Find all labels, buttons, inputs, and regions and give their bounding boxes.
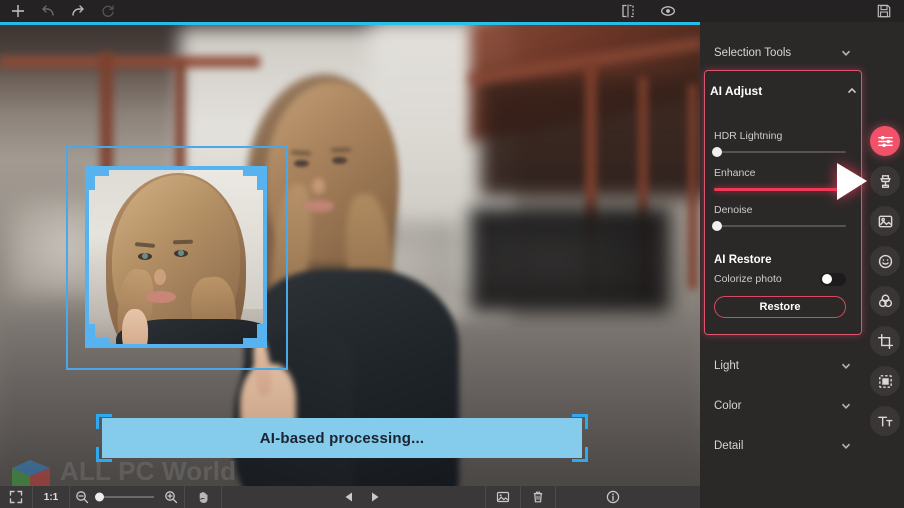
zoom-in-icon[interactable] [164, 490, 178, 504]
zoom-slider[interactable] [94, 486, 158, 508]
slider-hdr-lightning-label: HDR Lightning [714, 130, 783, 142]
slider-hdr-lightning[interactable]: HDR Lightning [712, 130, 846, 157]
restore-button-label: Restore [759, 301, 801, 313]
top-toolbar-center-group [620, 0, 676, 22]
slider-enhance[interactable]: Enhance [714, 167, 846, 191]
tool-rail [870, 126, 904, 436]
adjust-sliders-icon[interactable] [870, 126, 900, 156]
slider-hdr-lightning-knob[interactable] [712, 147, 722, 157]
selection-handle-left-bottom[interactable] [85, 324, 95, 348]
processing-banner: AI-based processing... [96, 414, 588, 462]
chevron-down-icon[interactable] [840, 360, 852, 372]
chevron-down-icon[interactable] [840, 400, 852, 412]
app-window: AI-based processing... ALL PC World Free… [0, 0, 904, 508]
fit-to-screen-icon[interactable] [9, 490, 23, 504]
preview-eye-icon[interactable] [660, 3, 676, 19]
selection-tools-label: Selection Tools [714, 47, 792, 59]
slider-denoise-knob[interactable] [712, 221, 722, 231]
zoom-out-button[interactable] [70, 486, 94, 508]
top-toolbar-right-group [876, 0, 892, 22]
slider-denoise-track[interactable] [712, 221, 846, 231]
add-icon[interactable] [10, 3, 26, 19]
zoom-out-icon[interactable] [75, 490, 89, 504]
chevron-up-icon[interactable] [846, 84, 858, 96]
add-image-icon[interactable] [496, 490, 510, 504]
slider-enhance-track[interactable] [714, 188, 846, 191]
chevron-down-icon[interactable] [840, 440, 852, 452]
ratio-text: 1:1 [43, 491, 59, 503]
selection-handle-right-bottom[interactable] [257, 324, 267, 348]
object-select-icon[interactable] [870, 366, 900, 396]
image-canvas[interactable]: AI-based processing... ALL PC World Free… [0, 22, 700, 486]
slider-denoise-label: Denoise [714, 204, 753, 216]
processing-progress-bar [0, 22, 700, 25]
redo-icon[interactable] [70, 3, 86, 19]
text-tool-icon[interactable] [870, 406, 900, 436]
sidebar-item-detail[interactable]: Detail [700, 429, 870, 463]
inner-selection-frame[interactable] [85, 166, 267, 348]
sidebar-item-light[interactable]: Light [700, 349, 870, 383]
next-image-button[interactable] [362, 486, 388, 508]
toggle-knob [821, 274, 832, 284]
previous-arrow-icon[interactable] [342, 490, 356, 504]
detail-label: Detail [714, 440, 744, 452]
top-toolbar [0, 0, 904, 22]
crop-icon[interactable] [870, 326, 900, 356]
previous-image-button[interactable] [336, 486, 362, 508]
colorize-photo-label: Colorize photo [714, 273, 782, 285]
bottom-toolbar: 1:1 [0, 486, 700, 508]
undo-icon[interactable] [40, 3, 56, 19]
save-icon[interactable] [876, 3, 892, 19]
processing-banner-label: AI-based processing... [259, 429, 425, 447]
hand-tool-icon[interactable] [196, 490, 210, 504]
colorize-photo-toggle[interactable] [820, 272, 846, 286]
top-toolbar-left-group [0, 3, 116, 19]
zoom-ratio-label: 1:1 [33, 486, 69, 508]
hand-tool-button[interactable] [185, 486, 221, 508]
ai-restore-title: AI Restore [714, 254, 772, 266]
info-button[interactable] [584, 486, 642, 508]
slider-enhance-label: Enhance [714, 167, 756, 179]
reset-icon[interactable] [100, 3, 116, 19]
zoom-in-button[interactable] [158, 486, 184, 508]
slider-hdr-lightning-track[interactable] [712, 147, 846, 157]
color-wheels-icon[interactable] [870, 286, 900, 316]
face-retouch-icon[interactable] [870, 246, 900, 276]
delete-image-button[interactable] [521, 486, 555, 508]
chevron-down-icon[interactable] [840, 47, 852, 59]
zoom-slider-knob[interactable] [95, 492, 104, 502]
sidebar-item-ai-adjust[interactable]: AI Adjust [710, 80, 860, 102]
sidebar-item-selection-tools[interactable]: Selection Tools [700, 36, 870, 70]
slider-denoise[interactable]: Denoise [712, 204, 846, 231]
image-icon[interactable] [870, 206, 900, 236]
colorize-photo-row[interactable]: Colorize photo [714, 271, 846, 287]
zoom-slider-track[interactable] [95, 492, 154, 502]
restore-button[interactable]: Restore [714, 296, 846, 318]
compare-split-icon[interactable] [620, 3, 636, 19]
cursor-arrow-annotation [834, 160, 870, 204]
info-icon[interactable] [606, 490, 620, 504]
trash-icon[interactable] [531, 490, 545, 504]
fit-to-screen-button[interactable] [0, 486, 32, 508]
clone-stamp-icon[interactable] [870, 166, 900, 196]
selection-handle-right-top[interactable] [257, 166, 267, 190]
ai-adjust-label: AI Adjust [710, 84, 763, 98]
light-label: Light [714, 360, 739, 372]
add-image-button[interactable] [486, 486, 520, 508]
sidebar-item-color[interactable]: Color [700, 389, 870, 423]
next-arrow-icon[interactable] [368, 490, 382, 504]
processing-banner-body: AI-based processing... [102, 418, 582, 458]
selection-handle-left-top[interactable] [85, 166, 95, 190]
color-label: Color [714, 400, 742, 412]
